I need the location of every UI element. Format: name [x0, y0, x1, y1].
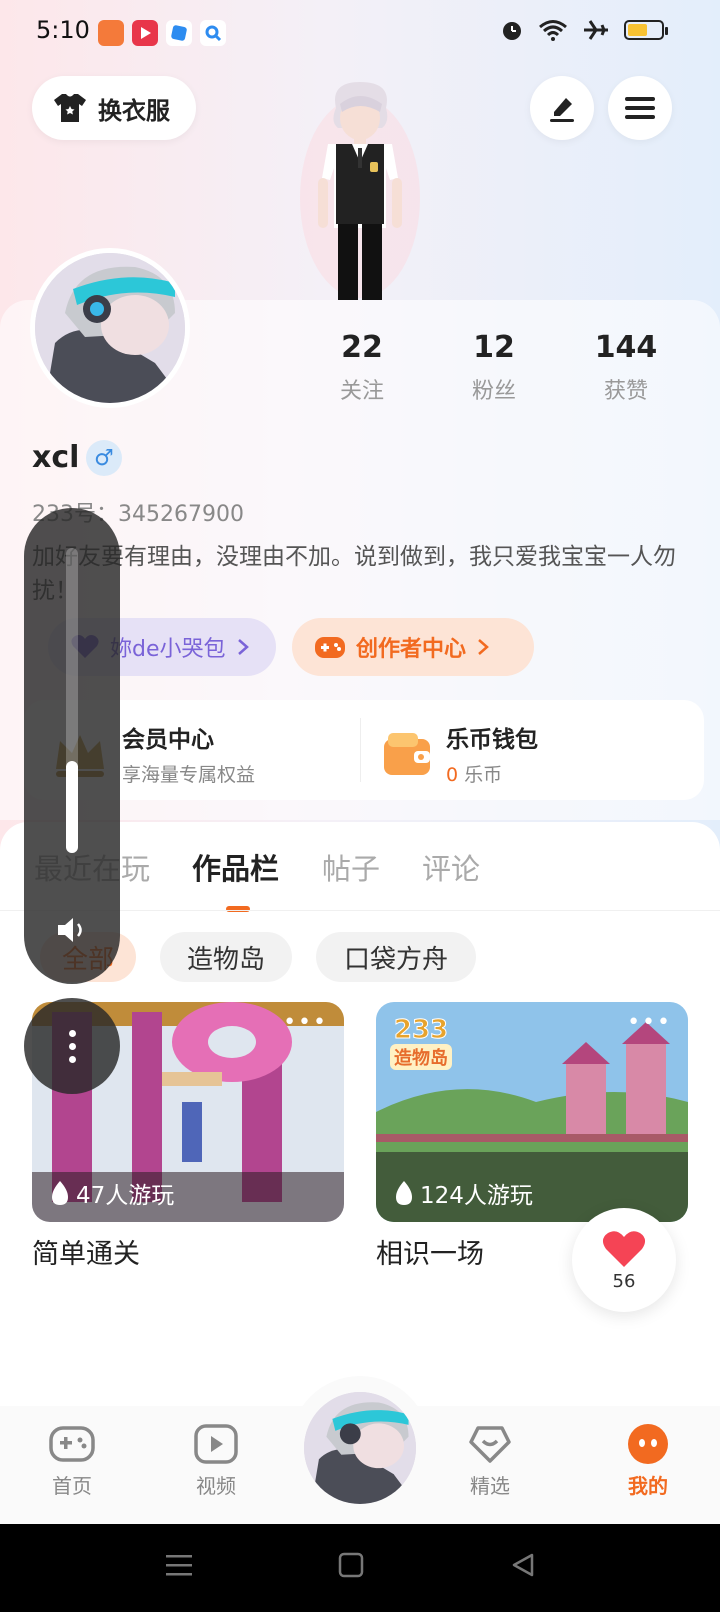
filter-pocket-ark[interactable]: 口袋方舟 — [316, 932, 476, 982]
divider — [360, 718, 361, 782]
system-navigation-bar — [0, 1524, 720, 1612]
volume-slider-overlay[interactable] — [24, 508, 120, 984]
nav-video[interactable]: 视频 — [166, 1424, 266, 1499]
nav-center-avatar[interactable] — [304, 1392, 416, 1504]
member-wallet-card: 会员中心 享海量专属权益 乐币钱包 0 乐币 — [24, 700, 704, 800]
change-outfit-button[interactable]: 换衣服 — [32, 76, 196, 140]
likes-label: 获赞 — [603, 379, 648, 404]
hamburger-menu-icon — [625, 97, 655, 119]
status-bar: 5:10 — [0, 0, 720, 66]
home-icon[interactable] — [338, 1552, 364, 1578]
app-notification-icon — [98, 20, 124, 46]
tab-comments[interactable]: 评论 — [422, 846, 480, 888]
wallet-icon — [384, 732, 430, 775]
following-label: 关注 — [339, 379, 384, 404]
like-count: 56 — [612, 1270, 636, 1292]
tab-posts[interactable]: 帖子 — [322, 846, 380, 888]
vip-title: 会员中心 — [122, 727, 214, 753]
profile-face-icon — [628, 1424, 668, 1464]
creator-center-button[interactable]: 创作者中心 — [292, 618, 534, 676]
video-play-icon — [194, 1424, 238, 1464]
edit-profile-button[interactable] — [530, 76, 594, 140]
status-icons — [500, 18, 668, 42]
nav-featured[interactable]: 精选 — [440, 1424, 540, 1499]
chevron-right-icon — [237, 639, 249, 655]
video-app-icon — [132, 20, 158, 46]
active-tab-indicator — [226, 906, 250, 912]
dot — [68, 1055, 76, 1063]
nav-me-label: 我的 — [628, 1474, 668, 1498]
more-options-button[interactable] — [24, 998, 120, 1094]
flame-icon — [52, 1181, 68, 1205]
user-bio: 加好友要有理由，没理由不加。说到做到，我只爱我宝宝一人勿扰！ — [32, 544, 676, 604]
wallet-unit: 乐币 — [464, 764, 503, 786]
nav-home[interactable]: 首页 — [22, 1424, 122, 1499]
filter-creation-island[interactable]: 造物岛 — [160, 932, 292, 982]
stat-followers[interactable]: 12 粉丝 — [434, 330, 554, 405]
gamepad-icon — [315, 637, 345, 658]
nav-me[interactable]: 我的 — [598, 1424, 698, 1499]
work-more-icon[interactable]: ••• — [627, 1010, 672, 1035]
like-button[interactable]: 56 — [572, 1208, 676, 1312]
followers-count: 12 — [473, 330, 515, 365]
followers-label: 粉丝 — [471, 379, 516, 404]
creation-island-logo: 233 造物岛 — [390, 1016, 452, 1070]
alarm-icon — [503, 22, 521, 40]
status-time: 5:10 — [36, 16, 90, 44]
3d-avatar-figure[interactable] — [290, 78, 430, 300]
work-card[interactable]: 233 造物岛 ••• 124人游玩 — [376, 1002, 688, 1222]
work-title[interactable]: 相识一场 — [376, 1232, 484, 1271]
play-count-text: 124人游玩 — [420, 1183, 533, 1209]
tab-works[interactable]: 作品栏 — [192, 846, 279, 888]
work-more-icon[interactable]: ••• — [283, 1010, 328, 1035]
likes-count: 144 — [594, 330, 658, 365]
username: xcl — [32, 440, 80, 475]
following-count: 22 — [341, 330, 383, 365]
change-outfit-label: 换衣服 — [98, 96, 170, 125]
play-count-text: 47人游玩 — [76, 1183, 175, 1209]
badge-label: 妳de小哭包 — [110, 637, 226, 662]
blue-app-icon — [166, 20, 192, 46]
wallet-amount: 0 — [446, 764, 459, 786]
featured-heart-icon — [469, 1426, 511, 1463]
nav-home-label: 首页 — [52, 1474, 92, 1498]
dot — [68, 1029, 76, 1037]
gamepad-icon — [49, 1426, 95, 1462]
chevron-right-icon — [478, 639, 489, 655]
speaker-icon[interactable] — [54, 912, 90, 948]
creator-center-label: 创作者中心 — [356, 637, 467, 662]
heart-icon — [602, 1230, 646, 1267]
male-gender-icon: ♂ — [86, 440, 122, 476]
wallet-balance: 0 乐币 — [446, 760, 538, 787]
vip-subtitle: 享海量专属权益 — [122, 764, 256, 786]
wallet-entry[interactable]: 乐币钱包 0 乐币 — [382, 720, 538, 787]
user-avatar[interactable] — [30, 248, 190, 408]
wallet-title: 乐币钱包 — [446, 727, 538, 753]
search-app-icon — [200, 20, 226, 46]
recent-apps-icon[interactable] — [166, 1552, 192, 1578]
play-count: 47人游玩 — [50, 1176, 174, 1210]
menu-button[interactable] — [608, 76, 672, 140]
nav-video-label: 视频 — [196, 1474, 236, 1498]
stat-likes[interactable]: 144 获赞 — [566, 330, 686, 405]
wifi-icon — [539, 20, 567, 41]
play-count: 124人游玩 — [394, 1176, 533, 1210]
tshirt-icon — [54, 94, 86, 122]
work-title[interactable]: 简单通关 — [32, 1232, 140, 1271]
volume-level — [66, 761, 78, 853]
dot — [68, 1042, 76, 1050]
flame-icon — [396, 1181, 412, 1205]
nav-featured-label: 精选 — [470, 1474, 510, 1498]
stat-following[interactable]: 22 关注 — [302, 330, 422, 405]
airplane-mode-icon — [584, 20, 608, 40]
pen-icon — [550, 98, 574, 122]
back-icon[interactable] — [510, 1552, 536, 1578]
battery-icon — [624, 20, 668, 40]
